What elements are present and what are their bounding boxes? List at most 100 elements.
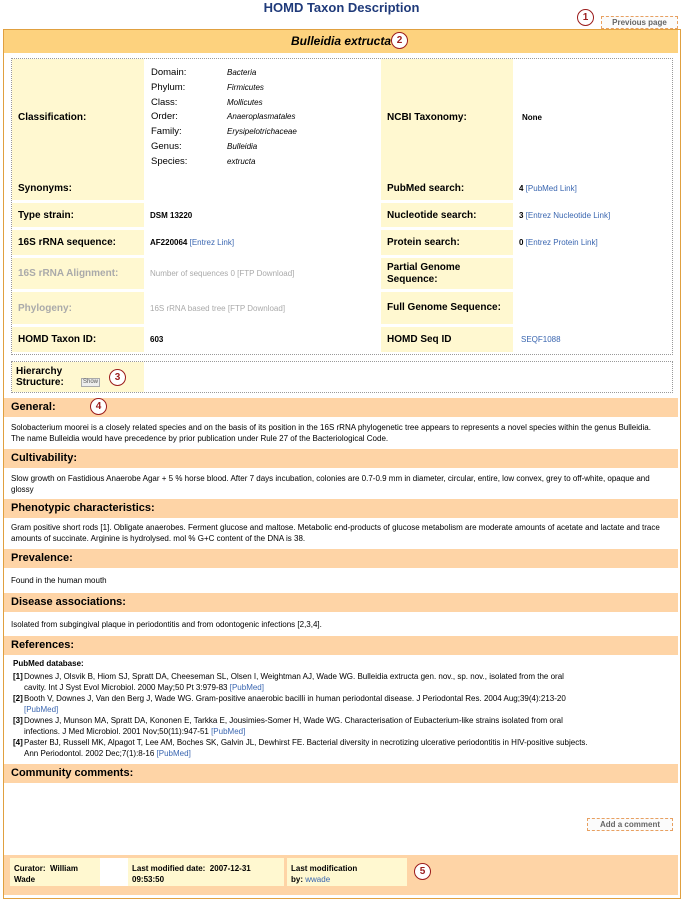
pubmed-database-label: PubMed database: [13, 659, 84, 668]
rank-value: Firmicutes [227, 83, 264, 92]
rank-value: extructa [227, 157, 256, 166]
taxon-name-header: Bulleidia extructa [4, 30, 678, 53]
callout-marker-1: 1 [577, 9, 594, 26]
reference-number: [1] [13, 672, 23, 681]
rrna-accession: AF220064 [150, 238, 188, 247]
alignment-count: Number of sequences 0 [150, 269, 235, 278]
phenotypic-text: Gram positive short rods [1]. Obligate a… [11, 523, 660, 543]
pubmed-reference-link[interactable]: [PubMed] [24, 705, 58, 714]
cultivability-text: Slow growth on Fastidious Anaerobe Agar … [11, 474, 650, 494]
curator-label: Curator: [14, 864, 46, 873]
rank-label: Class: [151, 97, 178, 108]
nucleotide-search-value: 3 [Entrez Nucleotide Link] [519, 203, 610, 227]
phylogeny-tree: 16S rRNA based tree [150, 303, 226, 313]
prevalence-heading: Prevalence: [4, 549, 678, 568]
reference-number: [4] [13, 738, 23, 747]
pubmed-reference-link[interactable]: [PubMed] [157, 749, 191, 758]
rank-value: Erysipelotrichaceae [227, 127, 297, 136]
rrna-alignment-value: Number of sequences 0 [FTP Download] [150, 258, 294, 289]
reference-text: Downes J, Olsvik B, Hiom SJ, Spratt DA, … [24, 672, 564, 692]
full-genome-label: Full Genome Sequence: [381, 292, 513, 324]
rank-label: Family: [151, 126, 182, 137]
last-modification-label: Last modification [291, 864, 358, 873]
protein-count: 0 [519, 238, 524, 247]
homd-taxon-id-value: 603 [150, 335, 164, 344]
synonyms-label: Synonyms: [12, 176, 144, 200]
rank-value: Mollicutes [227, 98, 263, 107]
pubmed-count: 4 [519, 183, 524, 193]
nucleotide-search-label: Nucleotide search: [381, 203, 513, 227]
curator-box: Curator: William Wade [10, 858, 100, 886]
callout-marker-2: 2 [391, 32, 408, 49]
disease-heading: Disease associations: [4, 593, 678, 612]
rank-value: Bulleidia [227, 142, 258, 151]
reference-item: [3] Downes J, Munson MA, Spratt DA, Kono… [13, 715, 588, 737]
rank-label: Species: [151, 156, 188, 167]
add-comment-button[interactable]: Add a comment [587, 818, 673, 831]
nucleotide-count: 3 [519, 210, 524, 220]
rrna-sequence-label: 16S rRNA sequence: [12, 230, 144, 255]
reference-item: [2] Booth V, Downes J, Van den Berg J, W… [13, 693, 588, 715]
homd-seq-id-label: HOMD Seq ID [381, 327, 513, 352]
ncbi-taxonomy-value: None [522, 112, 542, 122]
rrna-sequence-value: AF220064 [Entrez Link] [150, 230, 234, 255]
phenotypic-heading: Phenotypic characteristics: [4, 499, 678, 518]
homd-taxon-id-label: HOMD Taxon ID: [12, 327, 144, 352]
pubmed-search-label: PubMed search: [381, 176, 513, 200]
hierarchy-show-button[interactable]: Show [81, 378, 101, 387]
rank-label: Phylum: [151, 82, 186, 93]
reference-number: [2] [13, 694, 23, 703]
taxon-name: Bulleidia extructa [290, 34, 392, 48]
modified-date-value: 2007-12-31 [209, 864, 251, 873]
cultivability-heading: Cultivability: [4, 449, 678, 468]
modified-time-value: 09:53:50 [132, 875, 165, 884]
entrez-protein-link[interactable]: [Entrez Protein Link] [526, 238, 598, 247]
protein-search-value: 0 [Entrez Protein Link] [519, 230, 598, 255]
rank-label: Domain: [151, 67, 187, 78]
rank-label: Genus: [151, 141, 182, 152]
pubmed-reference-link[interactable]: [PubMed] [230, 683, 264, 692]
rank-label: Order: [151, 111, 178, 122]
homd-seq-id-link[interactable]: SEQF1088 [521, 335, 561, 344]
ncbi-taxonomy-label: NCBI Taxonomy: [381, 59, 513, 176]
phylogeny-label: Phylogeny: [12, 292, 144, 324]
prevalence-text: Found in the human mouth [11, 576, 107, 585]
rank-value: Anaeroplasmatales [227, 112, 296, 121]
callout-marker-4: 4 [90, 398, 107, 415]
reference-item: [4] Paster BJ, Russell MK, Alpagot T, Le… [13, 737, 588, 759]
last-modification-box: Last modification by: wwade [287, 858, 407, 886]
partial-genome-label: Partial Genome Sequence: [381, 258, 513, 289]
homd-seq-id-value: SEQF1088 [521, 327, 561, 352]
type-strain-label: Type strain: [12, 203, 144, 227]
reference-text: Downes J, Munson MA, Spratt DA, Kononen … [24, 716, 563, 736]
rank-value: Bacteria [227, 68, 257, 77]
reference-item: [1] Downes J, Olsvik B, Hiom SJ, Spratt … [13, 671, 588, 693]
reference-text: Paster BJ, Russell MK, Alpagot T, Lee AM… [24, 738, 588, 758]
callout-marker-5: 5 [414, 863, 431, 880]
general-text: Solobacterium moorei is a closely relate… [11, 423, 651, 443]
entrez-link[interactable]: [Entrez Link] [190, 238, 234, 247]
modified-date-box: Last modified date: 2007-12-31 09:53:50 [128, 858, 284, 886]
disease-text: Isolated from subgingival plaque in peri… [11, 620, 322, 629]
pubmed-search-value: 4 [PubMed Link] [519, 176, 577, 200]
alignment-ftp-link[interactable]: [FTP Download] [237, 269, 294, 278]
classification-label: Classification: [12, 59, 144, 176]
last-modification-by: by: [291, 875, 303, 884]
phylogeny-ftp-link[interactable]: [FTP Download] [228, 304, 285, 313]
reference-number: [3] [13, 716, 23, 725]
modified-date-label: Last modified date: [132, 864, 206, 873]
phylogeny-value: 16S rRNA based tree [FTP Download] [150, 292, 285, 324]
last-modification-user-link[interactable]: wwade [305, 875, 330, 884]
previous-page-button[interactable]: Previous page [601, 16, 678, 29]
footer-spacer [100, 858, 128, 886]
protein-search-label: Protein search: [381, 230, 513, 255]
reference-text: Booth V, Downes J, Van den Berg J, Wade … [24, 694, 566, 703]
curator-name-line2: Wade [14, 875, 36, 884]
entrez-nucleotide-link[interactable]: [Entrez Nucleotide Link] [526, 211, 611, 220]
curator-name: William [50, 864, 78, 873]
pubmed-link[interactable]: [PubMed Link] [526, 184, 577, 193]
type-strain-value: DSM 13220 [150, 210, 193, 220]
community-comments-heading: Community comments: [4, 764, 678, 783]
pubmed-reference-link[interactable]: [PubMed] [211, 727, 245, 736]
rrna-alignment-label: 16S rRNA Alignment: [12, 258, 144, 289]
